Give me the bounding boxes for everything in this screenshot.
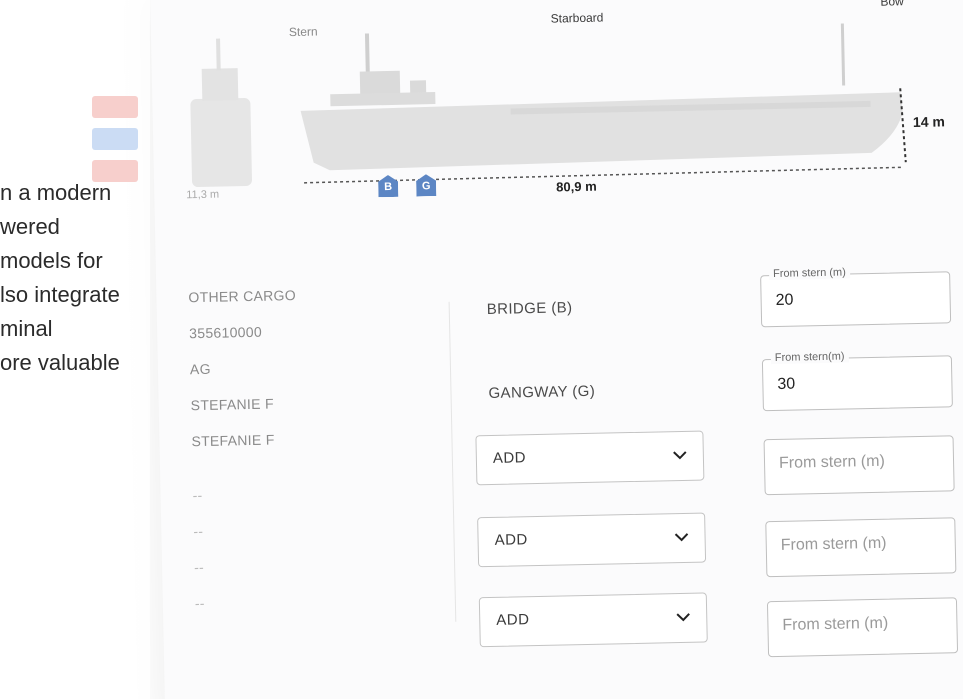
ship-side-silhouette (300, 23, 907, 184)
bridge-from-stern-field[interactable]: From stern (m) 20 (760, 266, 952, 328)
chevron-down-icon (673, 451, 687, 460)
empty-value-2: -- (193, 523, 204, 540)
add-input-placeholder-3: From stern (m) (782, 614, 889, 634)
promo-line: ore valuable (0, 350, 120, 375)
starboard-label: Starboard (550, 10, 604, 26)
add-from-stern-input-2[interactable]: From stern (m) (765, 517, 957, 578)
bow-label: Bow (880, 0, 904, 9)
chevron-down-icon (674, 533, 689, 542)
add-position-select-2[interactable]: ADD (477, 512, 707, 568)
ship-front-silhouette (190, 38, 253, 188)
ghost-badge-blue (92, 128, 138, 150)
bridge-field-value: 20 (775, 291, 794, 309)
gangway-from-stern-field[interactable]: From stern(m) 30 (761, 350, 953, 412)
berth-planning-panel: Stern Starboard Bow 11,3 m 14 m 80,9 m B… (150, 0, 963, 699)
gangway-label: GANGWAY (G) (488, 382, 596, 402)
length-dimension: 80,9 m (552, 178, 601, 195)
add-select-text-3: ADD (496, 611, 530, 629)
add-select-text-1: ADD (492, 449, 527, 467)
screenshot-stage: Stern Starboard Bow 11,3 m 14 m 80,9 m B… (0, 0, 963, 699)
bridge-label: BRIDGE (B) (486, 299, 573, 319)
promo-line: models for (0, 248, 103, 273)
add-select-text-2: ADD (494, 531, 528, 549)
add-position-select-3[interactable]: ADD (478, 592, 708, 648)
gangway-field-label: From stern(m) (770, 350, 849, 365)
empty-value-1: -- (192, 487, 203, 504)
ghost-badge-red-1 (92, 96, 138, 118)
empty-value-3: -- (193, 558, 205, 576)
promo-line: lso integrate (0, 282, 120, 307)
height-dimension: 14 m (912, 113, 946, 131)
add-input-placeholder-2: From stern (m) (780, 534, 887, 554)
bridge-field-label: From stern (m) (768, 266, 850, 281)
add-input-placeholder-1: From stern (m) (778, 452, 885, 472)
add-position-select-1[interactable]: ADD (475, 430, 705, 486)
column-divider (448, 301, 457, 622)
empty-value-4: -- (194, 594, 205, 612)
flag-value: AG (189, 360, 211, 378)
gangway-field-value: 30 (777, 375, 796, 393)
mmsi-value: 355610000 (189, 323, 263, 342)
promo-line: wered (0, 214, 60, 239)
promo-text-block: n a modern wered models for lso integrat… (0, 176, 120, 380)
promo-line: minal (0, 316, 53, 341)
promo-line: n a modern (0, 180, 112, 205)
beam-dimension: 11,3 m (186, 188, 220, 202)
add-from-stern-input-1[interactable]: From stern (m) (763, 435, 955, 496)
name-value: STEFANIE F (190, 395, 274, 414)
vessel-type-value: OTHER CARGO (188, 287, 297, 306)
chevron-down-icon (676, 613, 690, 622)
callsign-value: STEFANIE F (191, 431, 275, 450)
add-from-stern-input-3[interactable]: From stern (m) (766, 597, 959, 658)
